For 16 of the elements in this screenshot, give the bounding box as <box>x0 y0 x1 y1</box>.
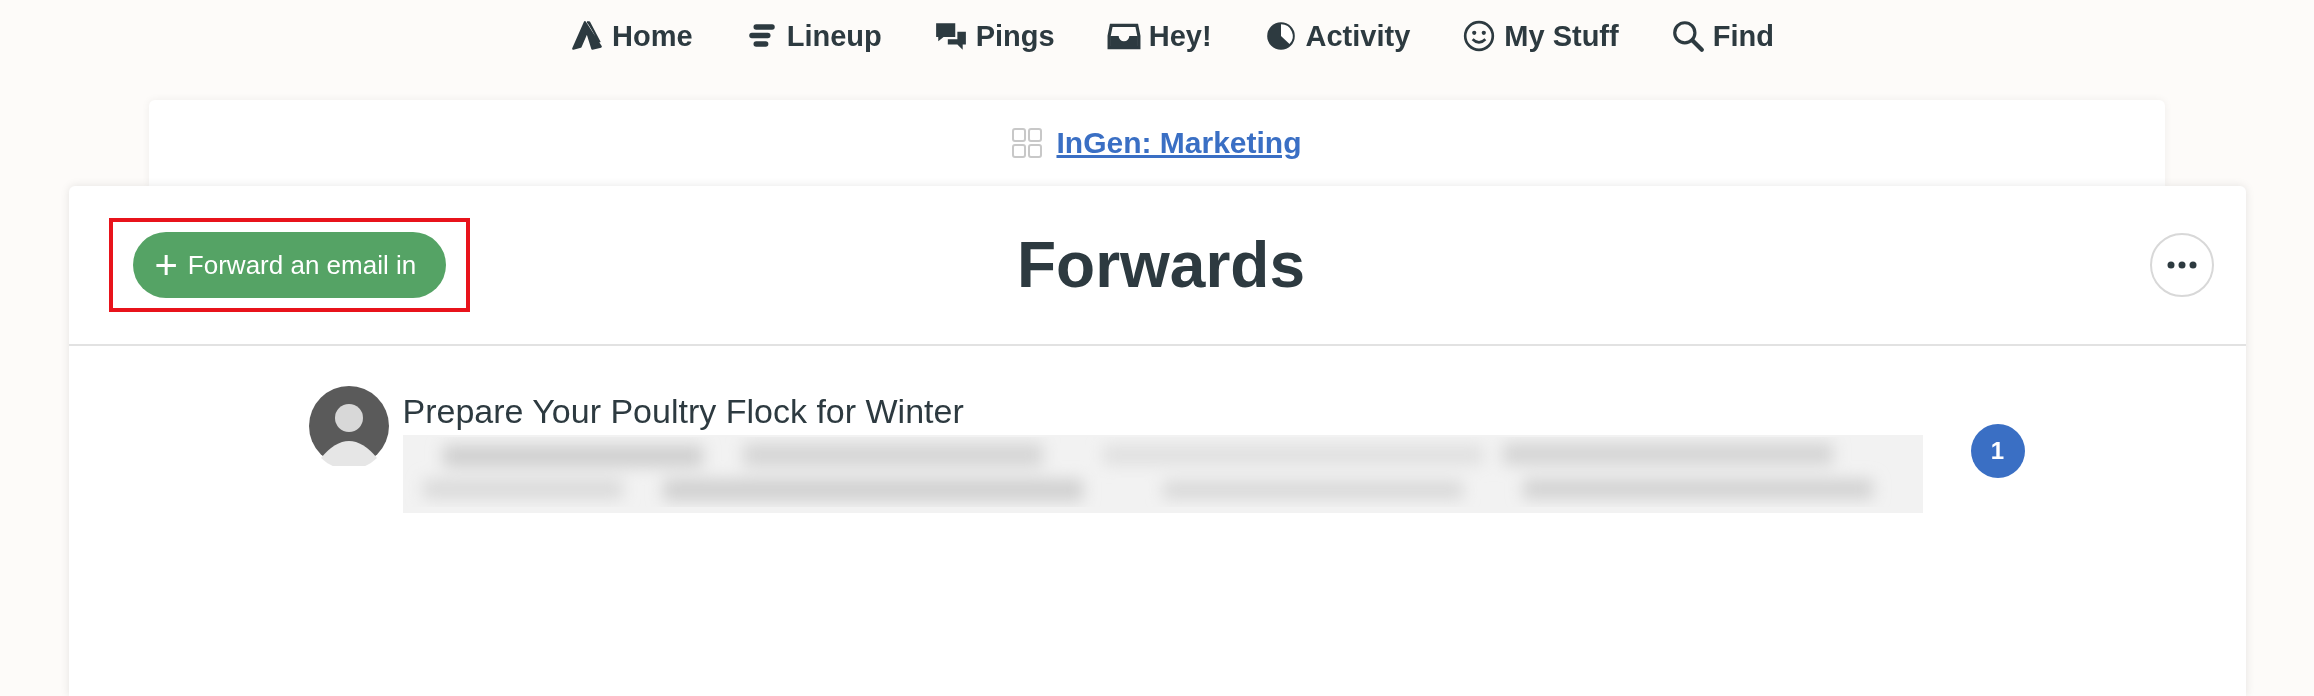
forward-title[interactable]: Prepare Your Poultry Flock for Winter <box>402 392 1923 431</box>
page-title: Forwards <box>1016 228 1306 302</box>
nav-link[interactable]: Lineup <box>744 19 882 53</box>
grid-icon <box>1012 128 1043 158</box>
smiley-icon <box>1462 19 1497 53</box>
search-icon <box>1670 19 1705 53</box>
project-link[interactable]: InGen: Marketing <box>1056 126 1302 160</box>
nav-link[interactable]: Hey! <box>1106 19 1212 53</box>
tent-icon <box>570 19 605 53</box>
ellipsis-icon <box>2166 261 2197 269</box>
nav-link[interactable]: Home <box>570 19 693 53</box>
count-badge: 1 <box>1970 424 2025 478</box>
nav-link[interactable]: Find <box>1670 19 1774 53</box>
nav-link[interactable]: Pings <box>933 19 1055 53</box>
nav-link[interactable]: Activity <box>1263 19 1411 53</box>
nav-link[interactable]: My Stuff <box>1462 19 1619 53</box>
